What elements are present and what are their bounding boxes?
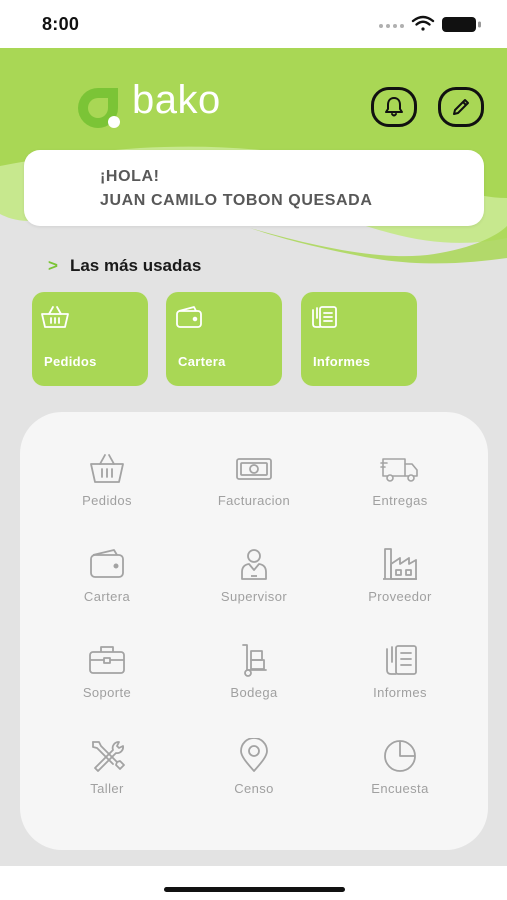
module-facturacion[interactable]: Facturacion [179,450,329,530]
wallet-icon [90,549,124,578]
module-pedidos[interactable]: Pedidos [32,450,182,530]
quick-tile-label: Cartera [178,354,226,369]
briefcase-icon [89,646,125,674]
home-indicator-area [0,866,507,900]
module-entregas[interactable]: Entregas [325,450,475,530]
location-pin-icon [240,738,268,772]
chevron-right-icon: > [48,256,58,275]
logo-mark-icon [78,88,120,128]
edit-profile-button[interactable] [438,87,484,127]
signal-icon [379,24,404,28]
module-label: Entregas [372,493,428,508]
module-label: Pedidos [82,493,132,508]
report-icon [312,306,337,328]
module-label: Censo [234,781,274,796]
module-supervisor[interactable]: Supervisor [179,546,329,626]
module-bodega[interactable]: Bodega [179,642,329,722]
basket-icon [41,306,69,328]
wallet-icon [176,306,202,328]
quick-tile-label: Pedidos [44,354,97,369]
notifications-button[interactable] [371,87,417,127]
module-informes[interactable]: Informes [325,642,475,722]
tools-icon [92,741,125,772]
module-label: Cartera [83,589,131,604]
module-soporte[interactable]: Soporte [32,642,182,722]
quick-tile-cartera[interactable]: Cartera [166,292,282,386]
status-bar: 8:00 [0,0,507,48]
home-indicator[interactable] [164,887,345,892]
person-icon [241,549,267,580]
module-label: Proveedor [368,589,432,604]
module-label: Taller [90,781,124,796]
user-name: JUAN CAMILO TOBON QUESADA [100,192,373,209]
most-used-title: Las más usadas [69,256,202,275]
module-encuesta[interactable]: Encuesta [325,738,475,818]
module-label: Informes [373,685,427,700]
greeting-title: ¡HOLA! [100,168,160,185]
hand-truck-icon [242,644,267,677]
status-time: 8:00 [42,14,80,34]
logo-text: bako [132,78,221,122]
modules-grid: Pedidos Facturacion Entregas Cartera Sup… [20,412,488,850]
wifi-icon [411,15,435,31]
pencil-icon [453,99,469,115]
quick-tile-label: Informes [313,354,371,369]
module-label: Facturacion [217,493,291,508]
quick-tile-pedidos[interactable]: Pedidos [32,292,148,386]
module-censo[interactable]: Censo [179,738,329,818]
truck-icon [380,458,418,482]
status-icons [379,15,481,32]
factory-icon [383,548,417,580]
banknote-icon [236,458,272,480]
bell-icon [385,97,403,117]
battery-icon [442,17,481,32]
module-taller[interactable]: Taller [32,738,182,818]
pie-chart-icon [384,740,416,772]
module-label: Bodega [230,685,278,700]
greeting-card: ¡HOLA! JUAN CAMILO TOBON QUESADA [24,150,484,226]
module-label: Soporte [82,685,132,700]
most-used-heading: > Las más usadas [48,256,201,276]
module-cartera[interactable]: Cartera [32,546,182,626]
module-label: Encuesta [371,781,429,796]
quick-tile-informes[interactable]: Informes [301,292,417,386]
module-proveedor[interactable]: Proveedor [325,546,475,626]
app-logo: bako [74,78,254,132]
report-icon [386,645,417,675]
module-label: Supervisor [220,589,288,604]
app-screen: bako ¡HOLA! JUAN CAMILO TOBON QUESADA > … [0,48,507,866]
basket-icon [90,454,124,483]
